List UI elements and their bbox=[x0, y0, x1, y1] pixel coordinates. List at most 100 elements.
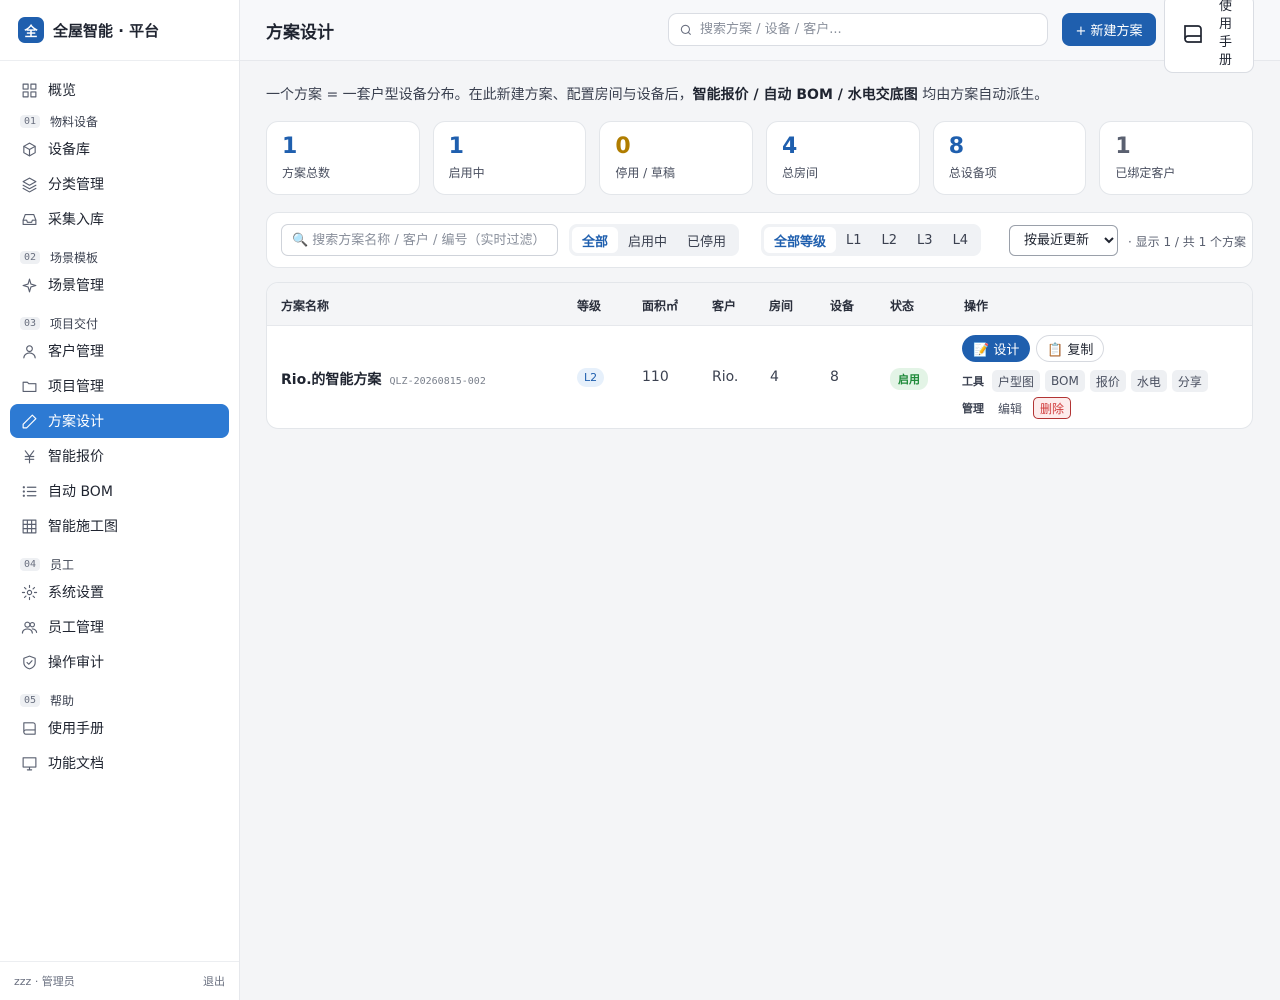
plan-search[interactable]: 🔍 bbox=[281, 224, 558, 256]
users-icon bbox=[20, 618, 38, 636]
delete-button[interactable]: 删除 bbox=[1033, 397, 1072, 419]
section-number: 01 bbox=[20, 114, 41, 128]
sort-select[interactable]: 按最近更新 bbox=[1009, 225, 1118, 256]
filter-bar: 🔍 全部 启用中 已停用 全部等级 L1 L2 L3 L4 按最近更新 · 显示… bbox=[266, 212, 1253, 268]
stat-label: 已绑定客户 bbox=[1115, 166, 1176, 180]
monitor-icon bbox=[20, 754, 38, 772]
stat-card-customers: 1 已绑定客户 bbox=[1099, 121, 1254, 195]
section-number: 03 bbox=[20, 316, 41, 330]
tool-quote-button[interactable]: 报价 bbox=[1089, 370, 1126, 392]
design-button[interactable]: 📝 设计 bbox=[962, 335, 1031, 362]
brand-title: 全屋智能 · 平台 bbox=[53, 21, 160, 40]
brand[interactable]: 全 全屋智能 · 平台 bbox=[0, 0, 239, 61]
stat-label: 启用中 bbox=[448, 166, 485, 180]
nav-section-help: 05 帮助 bbox=[10, 689, 229, 711]
sidebar-item-customer[interactable]: 客户管理 bbox=[10, 334, 229, 368]
manual-button[interactable]: 使用手册 bbox=[1164, 0, 1254, 73]
col-status: 状态 bbox=[890, 299, 915, 313]
sidebar-item-collect[interactable]: 采集入库 bbox=[10, 202, 229, 236]
sidebar-item-label: 客户管理 bbox=[48, 344, 104, 360]
level-filter-l1[interactable]: L1 bbox=[836, 227, 872, 253]
status-filter-active[interactable]: 启用中 bbox=[618, 227, 677, 253]
sidebar-item-settings[interactable]: 系统设置 bbox=[10, 575, 229, 609]
yen-icon bbox=[20, 447, 38, 465]
sidebar-item-docs[interactable]: 功能文档 bbox=[10, 746, 229, 780]
plan-search-input[interactable] bbox=[312, 232, 543, 248]
area-value: 110 bbox=[642, 369, 669, 385]
tool-plumbing-button[interactable]: 水电 bbox=[1130, 370, 1167, 392]
level-filter-l4[interactable]: L4 bbox=[943, 227, 979, 253]
sidebar-item-scene[interactable]: 场景管理 bbox=[10, 268, 229, 302]
section-number: 05 bbox=[20, 693, 41, 707]
table-row: Rio.的智能方案 QLZ-20260815-002 L2 110 Rio. 4 … bbox=[267, 326, 1252, 428]
plan-code: QLZ-20260815-002 bbox=[389, 376, 486, 387]
sidebar-item-device-library[interactable]: 设备库 bbox=[10, 132, 229, 166]
manual-button-label: 使用手册 bbox=[1219, 0, 1233, 68]
section-number: 04 bbox=[20, 557, 41, 571]
stat-value: 1 bbox=[1115, 134, 1131, 159]
sidebar-item-manual[interactable]: 使用手册 bbox=[10, 711, 229, 745]
status-filter-all[interactable]: 全部 bbox=[572, 227, 619, 253]
level-badge: L2 bbox=[577, 368, 605, 387]
new-plan-button[interactable]: + 新建方案 bbox=[1062, 13, 1156, 46]
stat-label: 停用 / 草稿 bbox=[615, 166, 676, 180]
stat-card-devices: 8 总设备项 bbox=[932, 121, 1087, 195]
edit-button[interactable]: 编辑 bbox=[992, 397, 1028, 419]
shield-icon bbox=[20, 653, 38, 671]
global-search[interactable] bbox=[668, 13, 1048, 46]
tool-share-button[interactable]: 分享 bbox=[1171, 370, 1208, 392]
sidebar-item-label: 分类管理 bbox=[48, 177, 104, 193]
section-label: 场景模板 bbox=[50, 250, 99, 265]
tools-label: 工具 bbox=[962, 375, 984, 388]
sidebar-item-design[interactable]: 方案设计 bbox=[10, 404, 229, 438]
stat-label: 方案总数 bbox=[282, 166, 331, 180]
sidebar-item-label: 设备库 bbox=[48, 142, 90, 158]
status-badge: 启用 bbox=[890, 368, 928, 390]
list-icon bbox=[20, 482, 38, 500]
level-filter-l3[interactable]: L3 bbox=[907, 227, 943, 253]
brand-logo: 全 bbox=[18, 17, 44, 43]
stat-card-rooms: 4 总房间 bbox=[766, 121, 920, 195]
sidebar-item-project[interactable]: 项目管理 bbox=[10, 369, 229, 403]
manage-label: 管理 bbox=[962, 402, 984, 415]
sparkle-icon bbox=[20, 276, 38, 294]
stat-label: 总设备项 bbox=[948, 166, 997, 180]
current-user: zzz · 管理员 bbox=[14, 975, 75, 988]
plan-table: 方案名称 等级 面积㎡ 客户 房间 设备 状态 操作 Rio.的智能方案 QLZ-… bbox=[266, 282, 1253, 429]
plan-name[interactable]: Rio.的智能方案 QLZ-20260815-002 bbox=[281, 369, 486, 389]
sidebar-item-bom[interactable]: 自动 BOM bbox=[10, 474, 229, 508]
status-filter-disabled[interactable]: 已停用 bbox=[677, 227, 736, 253]
section-label: 帮助 bbox=[50, 693, 75, 708]
sidebar-item-audit[interactable]: 操作审计 bbox=[10, 645, 229, 679]
sidebar-item-category[interactable]: 分类管理 bbox=[10, 167, 229, 201]
inbox-icon bbox=[20, 210, 38, 228]
sidebar-item-label: 采集入库 bbox=[48, 212, 104, 228]
search-icon bbox=[680, 24, 692, 35]
stat-value: 1 bbox=[282, 134, 298, 159]
top-header: 方案设计 + 新建方案 使用手册 bbox=[240, 0, 1280, 73]
section-label: 物料设备 bbox=[50, 114, 99, 129]
layers-icon bbox=[20, 175, 38, 193]
sidebar-item-staff[interactable]: 员工管理 bbox=[10, 610, 229, 644]
stat-card-inactive: 0 停用 / 草稿 bbox=[599, 121, 754, 195]
level-filter-l2[interactable]: L2 bbox=[872, 227, 908, 253]
sidebar-item-label: 操作审计 bbox=[48, 655, 104, 671]
sidebar-item-label: 场景管理 bbox=[48, 278, 104, 294]
section-number: 02 bbox=[20, 250, 41, 264]
gear-icon bbox=[20, 583, 38, 601]
level-filter-all[interactable]: 全部等级 bbox=[764, 227, 837, 253]
book-icon bbox=[1184, 24, 1202, 43]
stat-card-total: 1 方案总数 bbox=[266, 121, 420, 195]
tool-floorplan-button[interactable]: 户型图 bbox=[992, 370, 1041, 392]
sidebar-item-drawing[interactable]: 智能施工图 bbox=[10, 509, 229, 543]
sidebar-item-quote[interactable]: 智能报价 bbox=[10, 439, 229, 473]
sidebar-item-label: 自动 BOM bbox=[48, 484, 113, 500]
copy-button[interactable]: 📋 复制 bbox=[1036, 335, 1105, 362]
tool-bom-button[interactable]: BOM bbox=[1045, 370, 1085, 392]
col-customer: 客户 bbox=[712, 299, 737, 313]
global-search-input[interactable] bbox=[700, 22, 1020, 37]
sidebar-item-overview[interactable]: 概览 bbox=[10, 73, 229, 107]
folder-icon bbox=[20, 377, 38, 395]
col-actions: 操作 bbox=[964, 299, 989, 313]
logout-link[interactable]: 退出 bbox=[203, 973, 225, 989]
